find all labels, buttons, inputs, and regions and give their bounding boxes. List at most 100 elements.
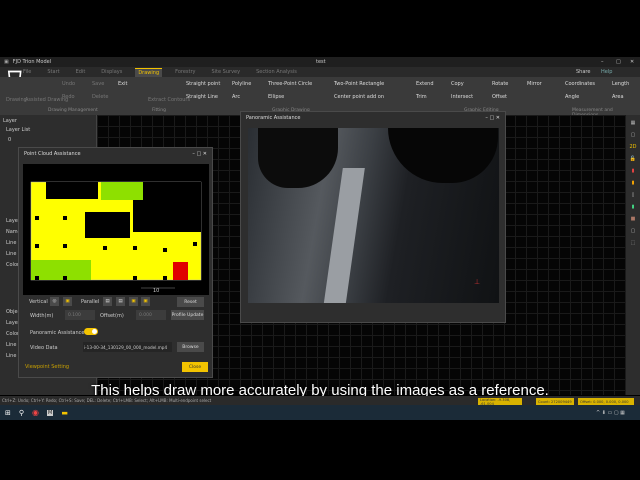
drawing-button[interactable]: Drawing xyxy=(6,97,27,103)
grid-icon[interactable]: ▦ xyxy=(629,118,638,127)
parallel-button-3[interactable]: ▣ xyxy=(129,297,138,306)
parallel-button-4[interactable]: ▣ xyxy=(141,297,150,306)
parallel-button-1[interactable]: ▤ xyxy=(103,297,112,306)
center-point-button[interactable]: Center point add on xyxy=(334,94,384,100)
title-bar: ▣ FJD Trion Model test – □ ✕ xyxy=(0,57,640,67)
vertical-target-button[interactable]: ◎ xyxy=(50,297,59,306)
video-data-input[interactable]: i-13-00-34_130129_00_000_model.mp4 xyxy=(83,342,172,352)
ellipse-button[interactable]: Ellipse xyxy=(268,94,284,100)
parallel-label: Parallel xyxy=(81,299,100,305)
tab-drawing[interactable]: Drawing xyxy=(135,67,163,77)
delete-button[interactable]: Delete xyxy=(92,94,108,100)
tab-start[interactable]: Start xyxy=(44,68,62,76)
video-data-label: Video Data xyxy=(30,345,58,351)
app-title: FJD Trion Model xyxy=(12,59,52,65)
undo-button[interactable]: Undo xyxy=(62,81,75,87)
width-input[interactable]: 0.100 xyxy=(65,310,95,320)
vertical-view-button[interactable]: ▣ xyxy=(63,297,72,306)
document-title: test xyxy=(316,59,326,65)
three-point-circle-button[interactable]: Three-Point Circle xyxy=(268,81,312,87)
length-button[interactable]: Length xyxy=(612,81,629,87)
arc-button[interactable]: Arc xyxy=(232,94,240,100)
tab-site-survey[interactable]: Site Survey xyxy=(208,68,243,76)
coordinates-button[interactable]: Coordinates xyxy=(565,81,595,87)
shortcut-hints: Ctrl+Z: Undo; Ctrl+Y: Redo; Ctrl+S: Save… xyxy=(2,398,212,403)
rgb-icon[interactable]: ▮ xyxy=(629,202,638,211)
tab-edit[interactable]: Edit xyxy=(73,68,89,76)
trim-button[interactable]: Trim xyxy=(416,94,427,100)
layer-prop-row: Line xyxy=(6,251,17,257)
dialog-title: Panoramic Assistance xyxy=(246,115,301,121)
chrome-icon[interactable]: ◉ xyxy=(32,408,39,417)
offset-button[interactable]: Offset xyxy=(492,94,507,100)
panoramic-image[interactable]: ⊥ xyxy=(248,128,499,303)
object-prop-row: Line xyxy=(6,353,17,359)
2d-icon[interactable]: 2D xyxy=(629,142,638,151)
save-button[interactable]: Save xyxy=(92,81,104,87)
minimize-button[interactable]: – xyxy=(601,59,604,65)
lock-icon[interactable]: 🔓 xyxy=(629,154,638,163)
point-cloud-assistance-dialog: Point Cloud Assistance – □ ✕ 10 Vertical… xyxy=(18,147,213,378)
right-toolbar: ▦ ▢ 2D 🔓 ▮ ▮ ▯ ▮ ■ ▢ ⬚ xyxy=(626,115,640,395)
share-button[interactable]: Share xyxy=(573,68,593,76)
dialog-window-controls[interactable]: – □ ✕ xyxy=(192,151,207,157)
two-point-rectangle-button[interactable]: Two-Point Rectangle xyxy=(334,81,384,87)
browse-button[interactable]: Browse xyxy=(177,342,204,352)
tab-forestry[interactable]: Forestry xyxy=(172,68,198,76)
exit-button[interactable]: Exit xyxy=(118,81,127,87)
search-icon[interactable]: ⚲ xyxy=(19,409,24,417)
help-button[interactable]: Help xyxy=(598,68,615,76)
box-outline-icon[interactable]: ▢ xyxy=(629,226,638,235)
redo-button[interactable]: Redo xyxy=(62,94,75,100)
point-cloud-view[interactable]: 10 xyxy=(23,164,209,295)
windows-taskbar: ⊞ ⚲ ◉ M ▬ ^ ⬇ ▭ ▢ ▦ xyxy=(0,405,640,420)
windows-start-icon[interactable]: ⊞ xyxy=(5,409,11,417)
layer-item[interactable]: 0 xyxy=(8,137,11,143)
vertical-label: Vertical xyxy=(29,299,48,305)
width-label: Width(m) xyxy=(30,313,54,319)
close-window-button[interactable]: ✕ xyxy=(630,59,634,65)
offset-input[interactable]: 0.000 xyxy=(136,310,166,320)
system-tray-icons[interactable]: ^ ⬇ ▭ ▢ ▦ xyxy=(596,410,625,416)
copy-button[interactable]: Copy xyxy=(451,81,464,87)
view-icon[interactable]: ▢ xyxy=(629,130,638,139)
layer-panel-title: Layer xyxy=(3,118,17,124)
file-explorer-icon[interactable]: ▬ xyxy=(61,409,68,417)
dialog-title: Point Cloud Assistance xyxy=(24,151,81,157)
tab-section-analysis[interactable]: Section Analysis xyxy=(253,68,300,76)
parallel-button-2[interactable]: ▤ xyxy=(116,297,125,306)
rotate-button[interactable]: Rotate xyxy=(492,81,508,87)
profile-update-button[interactable]: Profile Update xyxy=(171,310,204,320)
object-prop-row: Line xyxy=(6,342,17,348)
mirror-button[interactable]: Mirror xyxy=(527,81,542,87)
close-button[interactable]: Close xyxy=(182,362,208,372)
maximize-button[interactable]: □ xyxy=(616,59,621,65)
layer-list-header[interactable]: Layer List xyxy=(6,127,30,133)
cube-icon[interactable]: ⬚ xyxy=(629,238,638,247)
straight-point-button[interactable]: Straight point xyxy=(186,81,220,87)
reset-button[interactable]: Reset xyxy=(177,297,204,307)
extend-button[interactable]: Extend xyxy=(416,81,434,87)
intersect-button[interactable]: Intersect xyxy=(451,94,473,100)
polyline-button[interactable]: Polyline xyxy=(232,81,251,87)
dialog-titlebar[interactable]: Point Cloud Assistance – □ ✕ xyxy=(19,148,212,160)
area-button[interactable]: Area xyxy=(612,94,624,100)
offset-readout: Offset: 0.000, 0.000, 0.000 xyxy=(578,398,634,405)
tab-displays[interactable]: Displays xyxy=(98,68,125,76)
dialog-window-controls[interactable]: – □ ✕ xyxy=(485,115,500,121)
intensity-icon[interactable]: ▯ xyxy=(629,190,638,199)
count-readout: Count: 272009449 xyxy=(536,398,574,405)
ribbon: Drawing Assisted Drawing Undo Redo Save … xyxy=(0,77,640,118)
extract-contours-button[interactable]: Extract Contours xyxy=(148,97,190,103)
trion-app-icon[interactable]: M xyxy=(47,409,54,416)
angle-button[interactable]: Angle xyxy=(565,94,579,100)
box-icon[interactable]: ■ xyxy=(629,214,638,223)
color-ramp-alt-icon[interactable]: ▮ xyxy=(629,178,638,187)
color-ramp-icon[interactable]: ▮ xyxy=(629,166,638,175)
viewpoint-setting-link[interactable]: Viewpoint Setting xyxy=(25,364,69,370)
dialog-titlebar[interactable]: Panoramic Assistance – □ ✕ xyxy=(241,112,505,124)
scale-label: 10 xyxy=(153,288,160,294)
straight-line-button[interactable]: Straight Line xyxy=(186,94,218,100)
panoramic-assistance-toggle[interactable] xyxy=(84,328,98,335)
offset-label: Offset(m) xyxy=(100,313,124,319)
